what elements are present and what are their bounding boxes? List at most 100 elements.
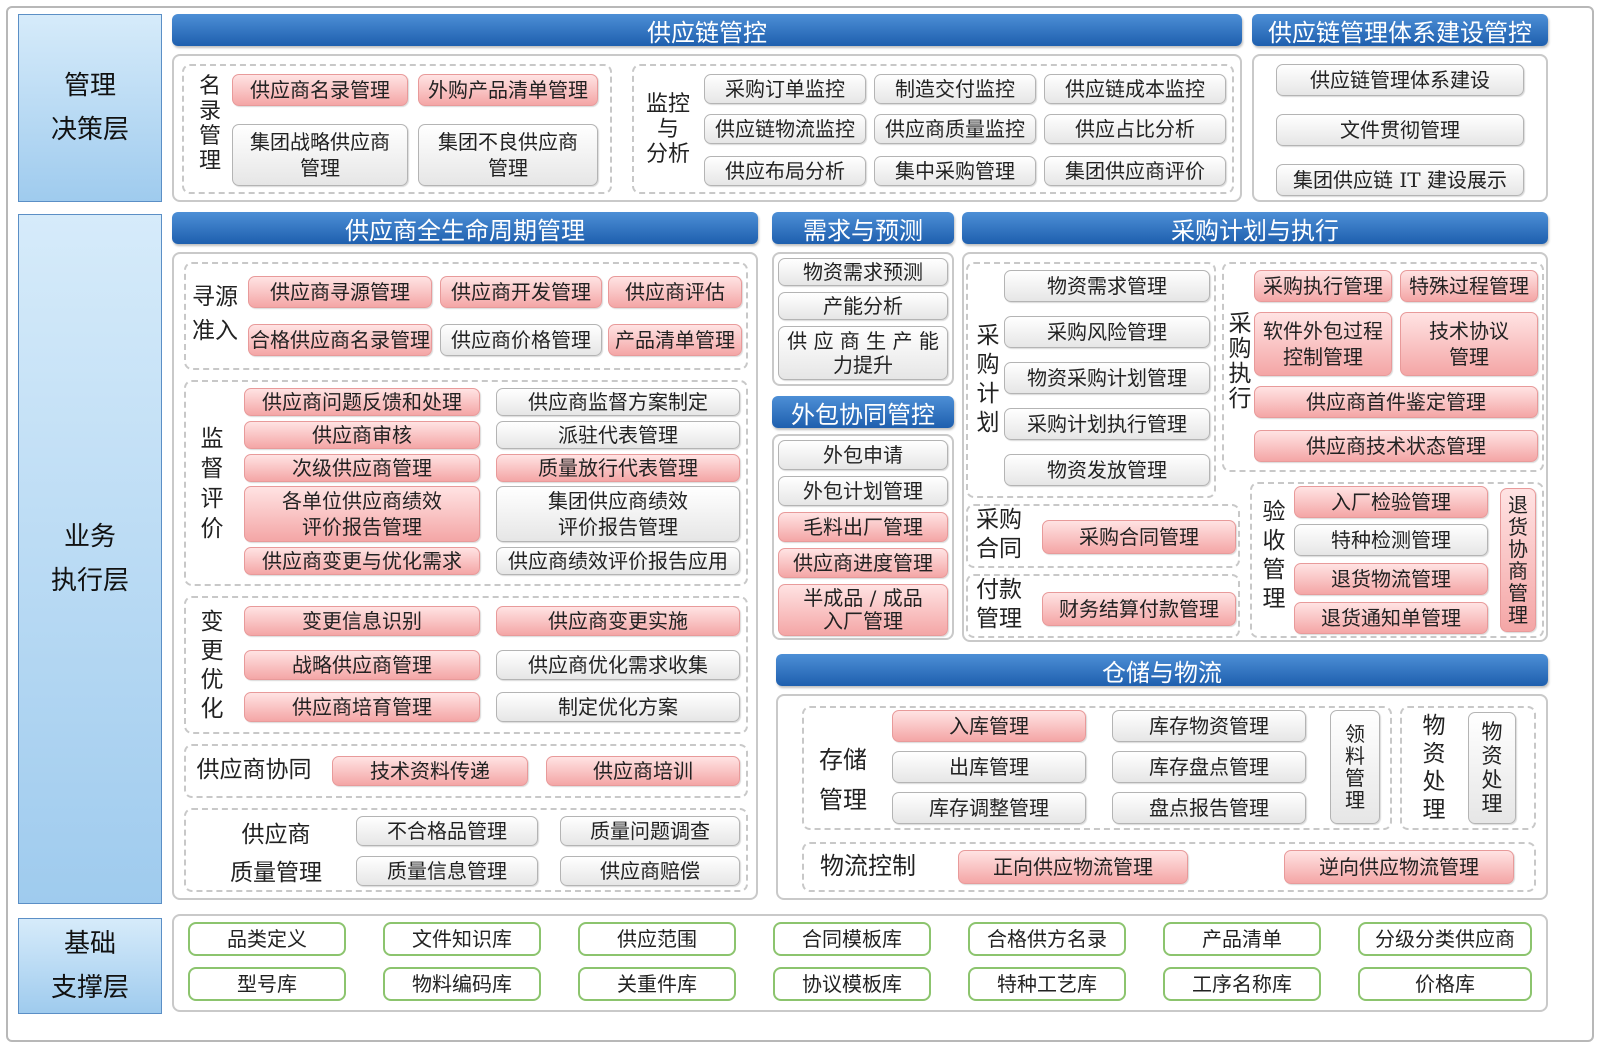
foundation-item: 品类定义: [188, 922, 346, 956]
sourcing-item: 供应商寻源管理: [248, 276, 432, 308]
purchase-plan-item: 物资采购计划管理: [1004, 362, 1210, 394]
storage-item: 出库管理: [892, 751, 1086, 783]
outsourcing-item: 毛料出厂管理: [778, 512, 948, 542]
outsourcing-item: 半成品 / 成品 入厂管理: [778, 584, 948, 636]
purchase-exec-item: 技术协议 管理: [1400, 312, 1538, 376]
change-item: 供应商变更实施: [496, 606, 740, 636]
supervision-item: 供应商绩效评价报告应用: [496, 547, 740, 575]
purchase-plan-item: 采购风险管理: [1004, 316, 1210, 348]
sourcing-item: 合格供应商名录管理: [248, 324, 432, 356]
storage-item: 库存盘点管理: [1112, 751, 1306, 783]
change-item: 制定优化方案: [496, 692, 740, 722]
acceptance-item: 特种检测管理: [1294, 524, 1488, 556]
logistics-label: 物流控制: [820, 852, 916, 880]
layer-foundation: 基础 支撑层: [18, 918, 162, 1014]
supervision-item: 集团供应商绩效 评价报告管理: [496, 486, 740, 542]
supervision-label: 监督评价: [200, 426, 224, 542]
supervision-item: 派驻代表管理: [496, 421, 740, 449]
layer-execution: 业务 执行层: [18, 214, 162, 904]
foundation-item: 物料编码库: [383, 967, 541, 1001]
supervision-item: 供应商审核: [244, 421, 480, 449]
change-item: 变更信息识别: [244, 606, 480, 636]
outsourcing-item: 供应商进度管理: [778, 548, 948, 578]
supervision-item: 供应商变更与优化需求: [244, 547, 480, 575]
storage-item: 库存调整管理: [892, 792, 1086, 824]
header-outsourcing: 外包协同管控: [772, 396, 954, 429]
supervision-item: 供应商问题反馈和处理: [244, 388, 480, 416]
disposal-item: 物资处理: [1468, 712, 1516, 824]
quality-item: 供应商赔偿: [560, 856, 740, 886]
monitor-item: 制造交付监控: [874, 74, 1036, 104]
monitor-item: 集中采购管理: [874, 156, 1036, 186]
supervision-item: 次级供应商管理: [244, 454, 480, 482]
layer-decision: 管理 决策层: [18, 14, 162, 202]
sourcing-label: 寻源 准入: [192, 284, 238, 344]
collab-item: 技术资料传递: [332, 756, 528, 786]
roster-item: 外购产品清单管理: [418, 74, 598, 106]
foundation-item: 文件知识库: [383, 922, 541, 956]
logistics-item: 正向供应物流管理: [958, 850, 1188, 884]
change-item: 战略供应商管理: [244, 650, 480, 680]
monitor-item: 采购订单监控: [704, 74, 866, 104]
change-item: 供应商优化需求收集: [496, 650, 740, 680]
storage-item: 盘点报告管理: [1112, 792, 1306, 824]
contract-label: 采购 合同: [976, 507, 1022, 562]
supervision-item: 各单位供应商绩效 评价报告管理: [244, 486, 480, 542]
demand-item: 物资需求预测: [778, 258, 948, 286]
contract-item: 采购合同管理: [1042, 520, 1236, 554]
foundation-item: 供应范围: [578, 922, 736, 956]
purchase-plan-label: 采购计划: [976, 323, 1000, 436]
purchase-exec-item: 特殊过程管理: [1400, 270, 1538, 302]
foundation-item: 分级分类供应商: [1358, 922, 1532, 956]
purchase-plan-item: 物资需求管理: [1004, 270, 1210, 302]
monitor-item: 供应链成本监控: [1044, 74, 1226, 104]
foundation-item: 协议模板库: [773, 967, 931, 1001]
foundation-item: 价格库: [1358, 967, 1532, 1001]
material-issue-item: 领料管理: [1330, 710, 1380, 824]
roster-item: 供应商名录管理: [232, 74, 408, 106]
purchase-exec-item: 采购执行管理: [1254, 270, 1392, 302]
purchase-exec-item: 供应商技术状态管理: [1254, 430, 1538, 462]
sourcing-item: 供应商开发管理: [440, 276, 602, 308]
demand-item: 产能分析: [778, 292, 948, 320]
purchase-exec-label: 采购执行: [1228, 311, 1252, 412]
foundation-item: 合同模板库: [773, 922, 931, 956]
monitor-item: 供应链物流监控: [704, 114, 866, 144]
purchase-exec-item: 供应商首件鉴定管理: [1254, 386, 1538, 418]
header-warehouse: 仓储与物流: [776, 654, 1548, 687]
disposal-label: 物资处理: [1422, 713, 1446, 823]
system-item: 供应链管理体系建设: [1276, 64, 1524, 96]
payment-label: 付款 管理: [976, 577, 1022, 632]
acceptance-side-item: 退货协商管理: [1500, 488, 1536, 632]
acceptance-item: 入厂检验管理: [1294, 486, 1488, 518]
header-demand-forecast: 需求与预测: [772, 212, 954, 245]
foundation-item: 工序名称库: [1163, 967, 1321, 1001]
foundation-item: 产品清单: [1163, 922, 1321, 956]
roster-item: 集团不良供应商 管理: [418, 124, 598, 186]
outsourcing-item: 外包申请: [778, 440, 948, 470]
sourcing-item: 供应商价格管理: [440, 324, 602, 356]
sourcing-item: 供应商评估: [608, 276, 742, 308]
sourcing-item: 产品清单管理: [608, 324, 742, 356]
header-system-building: 供应链管理体系建设管控: [1252, 14, 1548, 47]
roster-label: 名录管理: [198, 74, 221, 174]
monitor-item: 集团供应商评价: [1044, 156, 1226, 186]
demand-item: 供 应 商 生 产 能 力提升: [778, 326, 948, 380]
collab-item: 供应商培训: [546, 756, 740, 786]
monitor-item: 供应商质量监控: [874, 114, 1036, 144]
storage-item: 入库管理: [892, 710, 1086, 742]
foundation-item: 合格供方名录: [968, 922, 1126, 956]
storage-item: 库存物资管理: [1112, 710, 1306, 742]
payment-item: 财务结算付款管理: [1042, 592, 1236, 626]
purchase-plan-item: 物资发放管理: [1004, 454, 1210, 486]
header-procurement-plan: 采购计划与执行: [962, 212, 1548, 245]
quality-item: 质量信息管理: [356, 856, 538, 886]
system-item: 集团供应链 IT 建设展示: [1276, 164, 1524, 196]
acceptance-item: 退货物流管理: [1294, 563, 1488, 595]
supervision-item: 质量放行代表管理: [496, 454, 740, 482]
purchase-exec-item: 软件外包过程 控制管理: [1254, 312, 1392, 376]
storage-label: 存储 管理: [819, 746, 867, 814]
acceptance-label: 验收管理: [1262, 499, 1286, 612]
monitor-item: 供应布局分析: [704, 156, 866, 186]
outsourcing-item: 外包计划管理: [778, 476, 948, 506]
